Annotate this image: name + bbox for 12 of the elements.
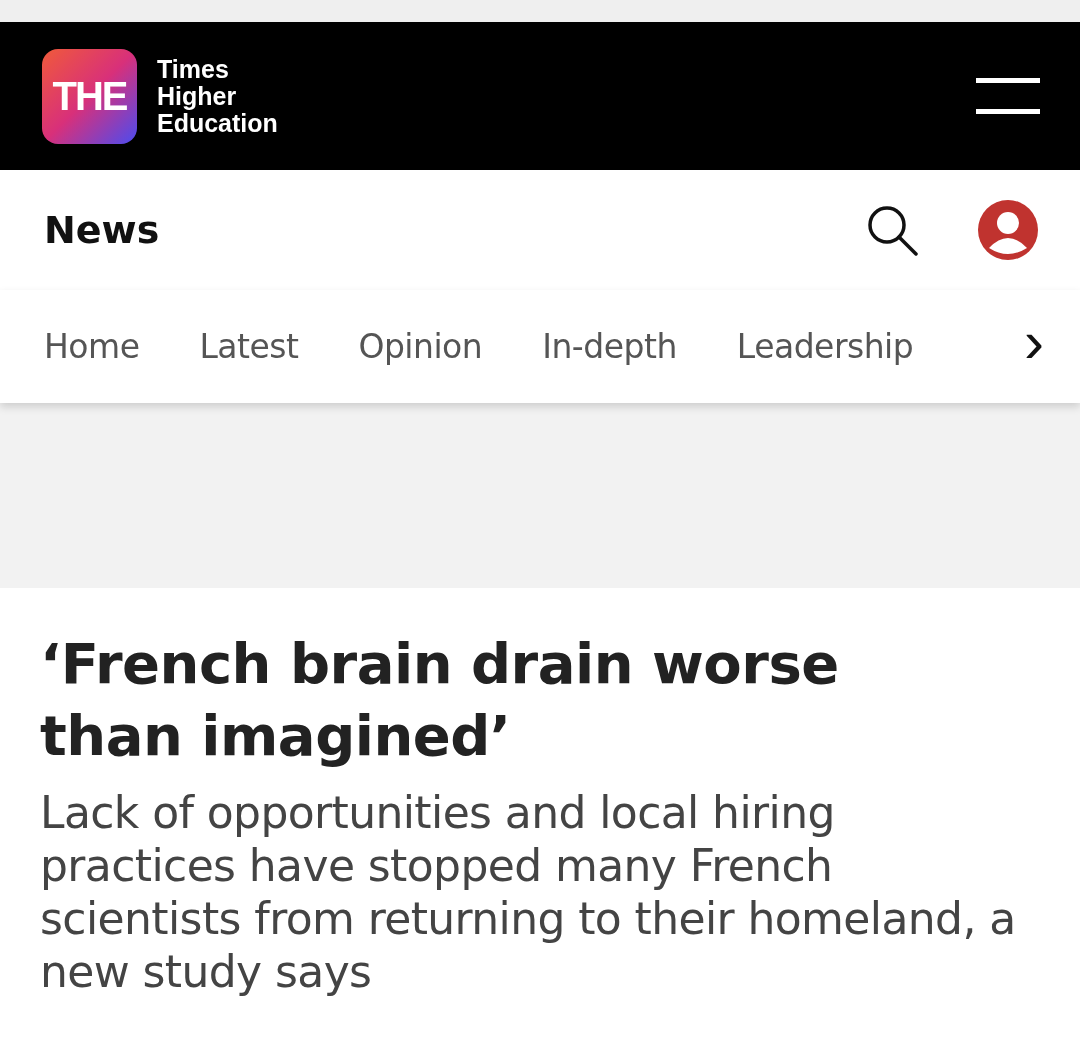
standfirst: Lack of opportunities and local hiring practices have stopped many French scientists from returning to their homeland, a new study says [40,786,1017,998]
nav-link[interactable]: Leadership [736,327,914,366]
section-title: News [44,208,160,252]
nav-link[interactable]: In-depth [542,327,677,366]
logo-mark[interactable]: THE [42,48,137,144]
nav-link[interactable]: Latest [199,327,299,366]
nav-link[interactable]: Home [44,327,140,366]
logo-text[interactable]: Times Higher Education [157,55,278,137]
user-avatar-icon[interactable] [976,198,1040,262]
headline: ‘French brain drain worse than imagined’ [40,630,840,770]
nav-link[interactable]: Opinion [358,327,483,366]
menu-icon[interactable] [976,76,1040,116]
